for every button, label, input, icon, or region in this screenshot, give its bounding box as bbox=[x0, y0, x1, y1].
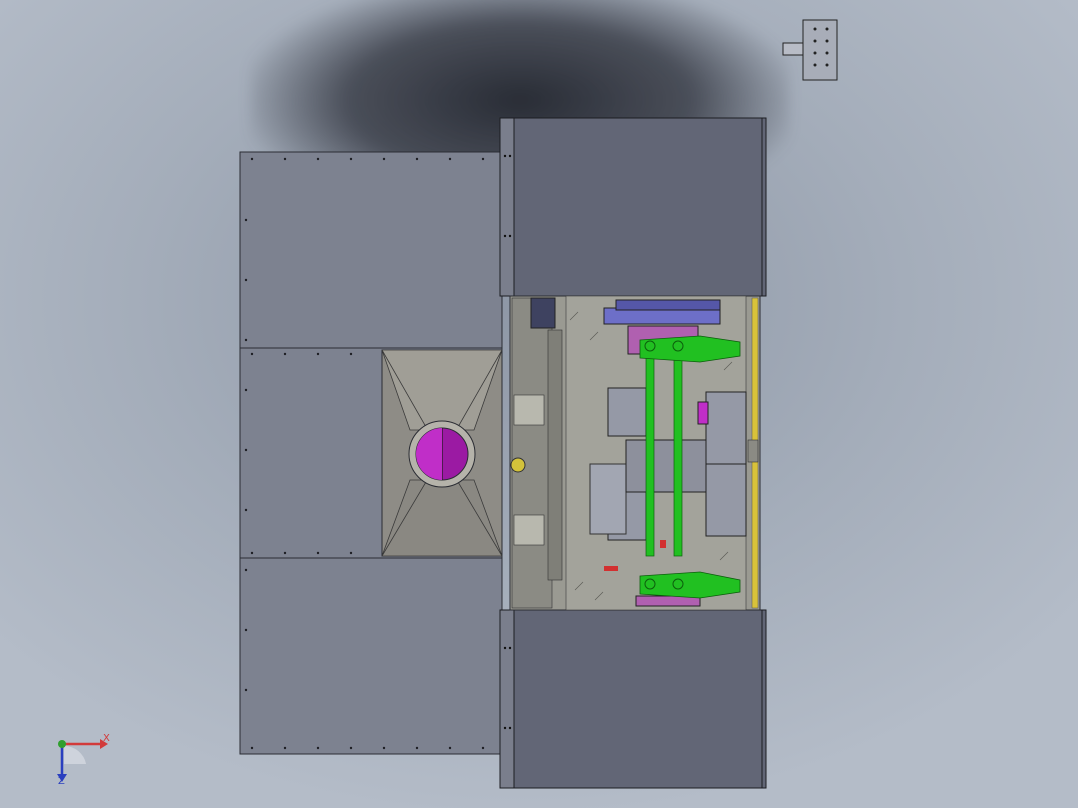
bottom-right-block[interactable] bbox=[499, 609, 767, 789]
hopper[interactable] bbox=[381, 349, 503, 557]
z-axis-label: Z bbox=[58, 776, 65, 787]
x-axis-label: X bbox=[103, 733, 110, 744]
top-right-block[interactable] bbox=[499, 117, 767, 297]
mechanism[interactable] bbox=[509, 295, 761, 611]
small-part[interactable] bbox=[782, 19, 838, 81]
cad-viewport[interactable]: X Z bbox=[0, 0, 1078, 808]
cad-model[interactable] bbox=[0, 0, 1078, 808]
